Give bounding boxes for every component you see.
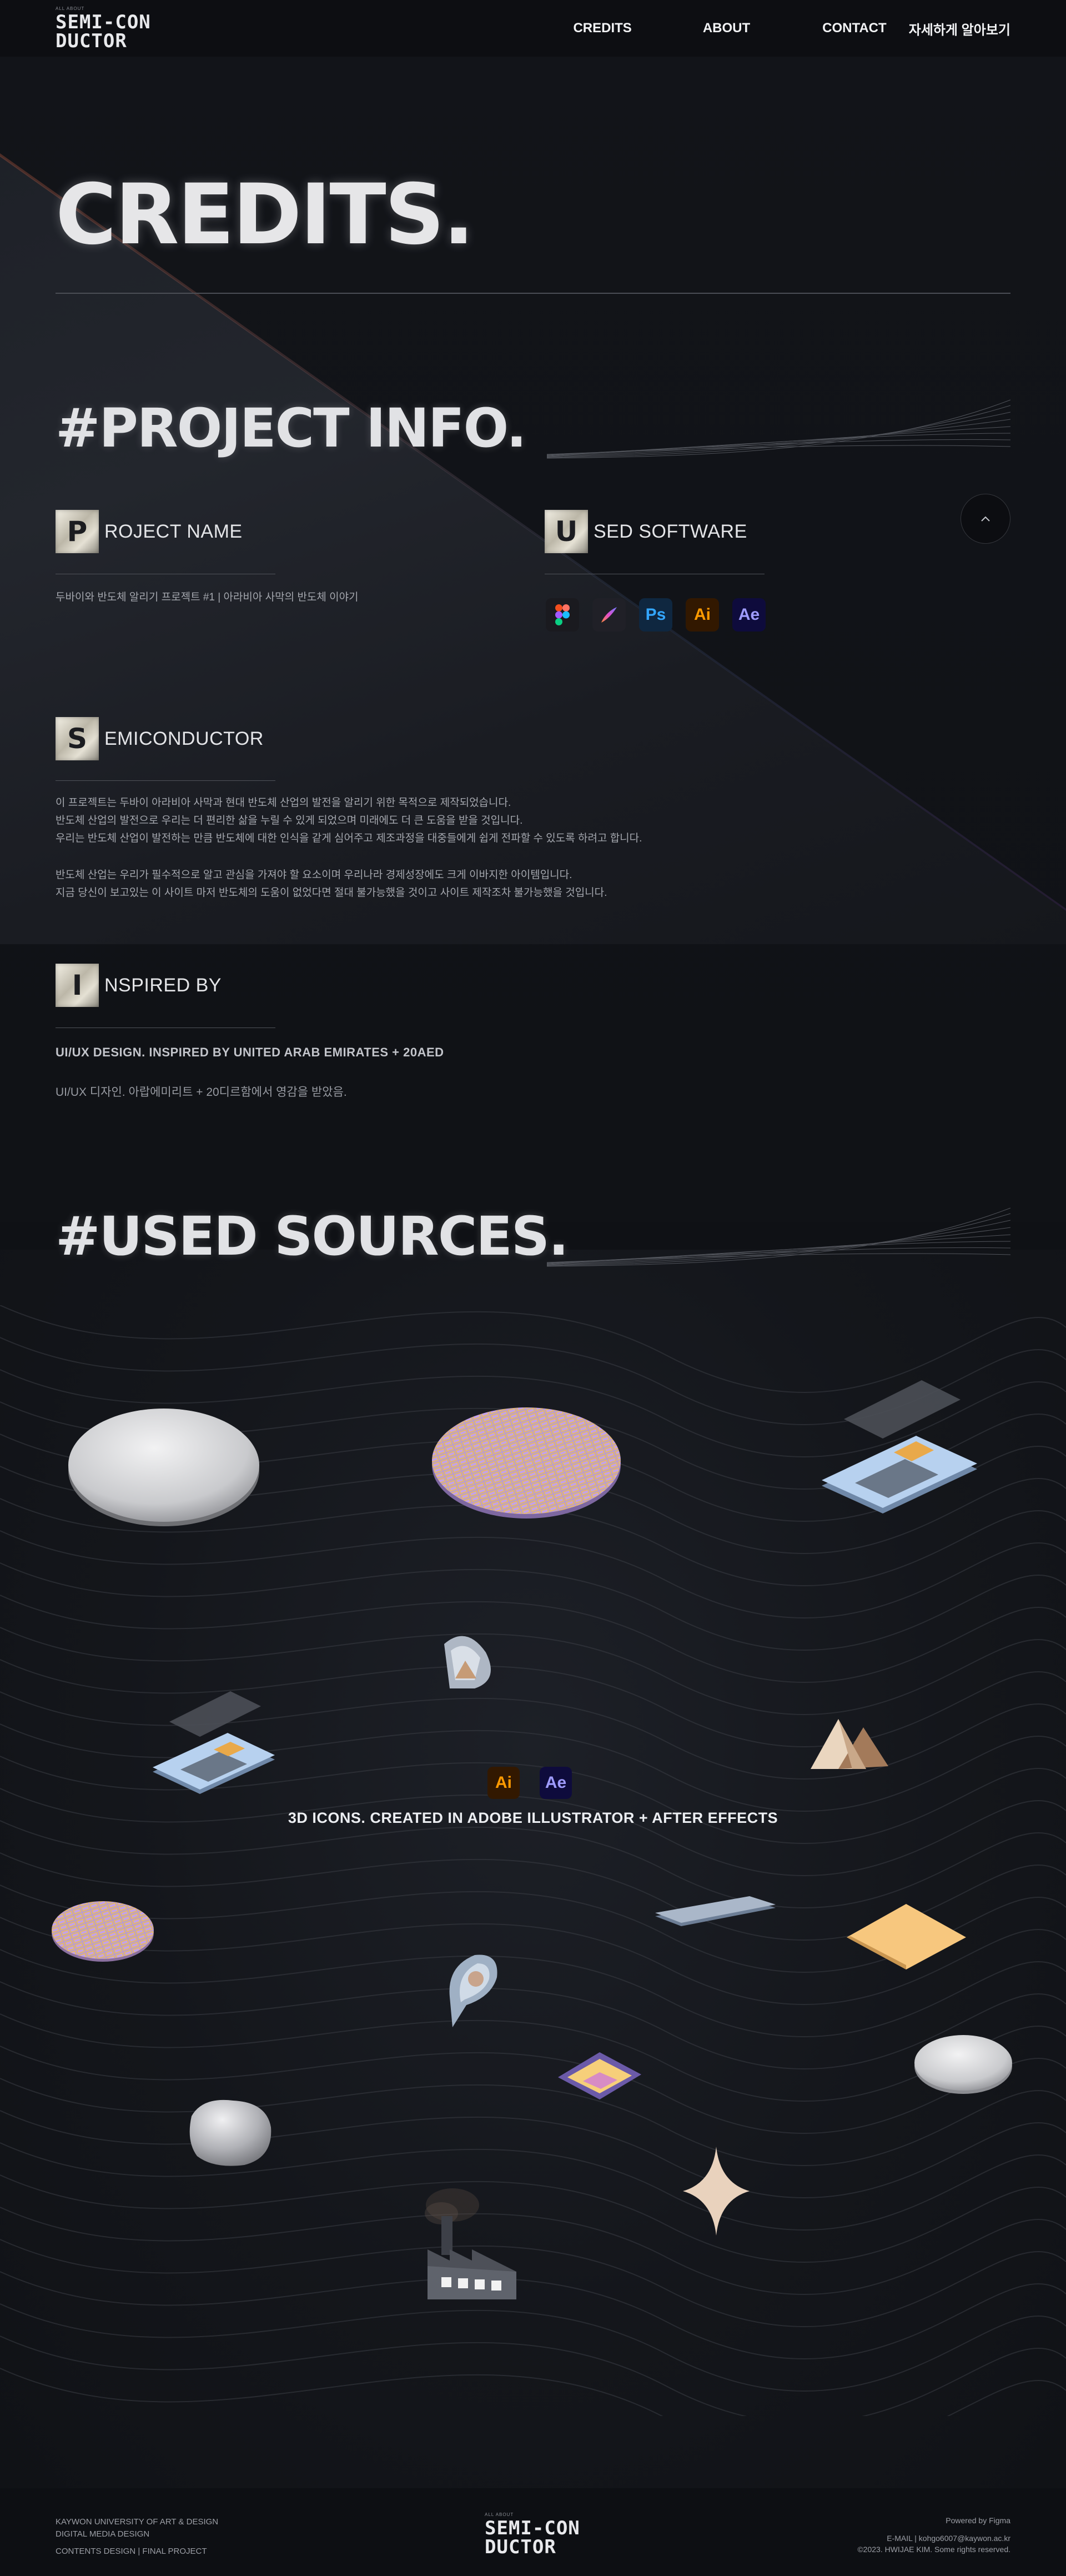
semiconductor-line-5: 지금 당신이 보고있는 이 사이트 마저 반도체의 도움이 없었다면 절대 불가… (56, 887, 607, 899)
wafer-blank-3d-icon (68, 1409, 259, 1526)
procreate-icon (592, 598, 626, 632)
project-name-label: ROJECT NAME (104, 520, 243, 542)
project-info-heading: #PROJECT INFO. (56, 397, 527, 459)
photoshop-icon: Ps (639, 598, 672, 632)
semiconductor-title: S EMICONDUCTOR (56, 717, 264, 760)
nav-credits[interactable]: CREDITS (573, 21, 631, 36)
inspired-by-en: UI/UX DESIGN. INSPIRED BY UNITED ARAB EM… (56, 1045, 444, 1059)
footer-email[interactable]: E-MAIL | kohgo6007@kaywon.ac.kr (857, 2533, 1010, 2544)
used-sources-heading: #USED SOURCES. (56, 1205, 569, 1267)
after-effects-icon: Ae (732, 598, 766, 632)
after-effects-icon: Ae (540, 1767, 572, 1799)
chip-board-3d-icon-large (822, 1380, 977, 1513)
used-sources-caption: 3D ICONS. CREATED IN ADOBE ILLUSTRATOR +… (288, 1810, 778, 1826)
semiconductor-divider (56, 780, 275, 781)
illustrator-icon: Ai (686, 598, 719, 632)
project-name-title: P ROJECT NAME (56, 510, 243, 553)
footer-school-info: KAYWON UNIVERSITY OF ART & DESIGN DIGITA… (56, 2516, 218, 2558)
dubai-frame-3d-icon (444, 1636, 491, 1688)
wave-line (0, 2336, 1066, 2416)
site-footer: KAYWON UNIVERSITY OF ART & DESIGN DIGITA… (0, 2488, 1066, 2576)
semiconductor-line-2: 반도체 산업의 발전으로 우리는 더 편리한 삶을 누릴 수 있게 되었으며 미… (56, 815, 523, 826)
figma-icon (546, 598, 579, 632)
site-header: ALL ABOUT SEMI-CON DUCTOR CREDITS ABOUT … (0, 0, 1066, 57)
semiconductor-line-4: 반도체 산업는 우리가 필수적으로 알고 관심을 가져야 할 요소이며 우리나라… (56, 869, 572, 881)
inspired-by-title: I NSPIRED BY (56, 964, 222, 1007)
footer-department: DIGITAL MEDIA DESIGN (56, 2529, 150, 2539)
site-logo[interactable]: ALL ABOUT SEMI-CON DUCTOR (56, 6, 151, 52)
wafer-patterned-3d-icon-small (52, 1901, 154, 1962)
project-name-text: 두바이와 반도체 알리기 프로젝트 #1 | 아라비아 사막의 반도체 이야기 (56, 592, 359, 603)
footer-logo-line-1: SEMI-CON (485, 2517, 580, 2539)
title-divider (56, 293, 1010, 294)
letter-cube-u: U (545, 510, 588, 553)
display-panel-3d-icon (558, 2052, 641, 2099)
used-software-title: U SED SOFTWARE (545, 510, 747, 553)
footer-school: KAYWON UNIVERSITY OF ART & DESIGN (56, 2517, 219, 2527)
footer-powered-by: Powered by Figma (946, 2516, 1010, 2525)
inspired-by-label: NSPIRED BY (104, 974, 222, 996)
wafer-patterned-3d-icon (432, 1407, 621, 1518)
desert-dunes-3d-icon (811, 1719, 888, 1769)
chevron-up-icon (981, 516, 990, 522)
wafer-blank-3d-icon-small (914, 2035, 1012, 2094)
logo-line-2: DUCTOR (56, 29, 127, 52)
scroll-to-top-button[interactable] (961, 494, 1010, 544)
source-tool-icons: Ai Ae (487, 1767, 572, 1799)
gold-chip-3d-icon (847, 1904, 966, 1969)
wave-line (0, 2368, 1066, 2416)
semiconductor-line-1: 이 프로젝트는 두바이 아라비아 사막과 현대 반도체 산업의 발전을 알리기 … (56, 797, 511, 809)
silicon-rock-3d-icon (189, 2099, 271, 2166)
circuit-plate-3d-icon (655, 1896, 776, 1926)
factory-3d-icon (425, 2188, 516, 2299)
logo-line-1: SEMI-CON (56, 11, 151, 33)
chip-board-3d-icon-small (153, 1691, 275, 1794)
letter-cube-p: P (56, 510, 99, 553)
footer-logo[interactable]: ALL ABOUT SEMI-CON DUCTOR (485, 2513, 580, 2557)
semiconductor-line-3: 우리는 반도체 산업이 발전하는 만큼 반도체에 대한 인식을 같게 심어주고 … (56, 833, 642, 844)
illustrator-icon: Ai (487, 1767, 520, 1799)
main-nav: CREDITS ABOUT CONTACT 자세하게 알아보기 (573, 19, 1010, 38)
page-title: CREDITS. (56, 167, 475, 263)
semiconductor-label: EMICONDUCTOR (104, 728, 264, 749)
nav-contact[interactable]: CONTACT (822, 21, 887, 36)
nav-learn-more[interactable]: 자세하게 알아보기 (909, 19, 1010, 38)
letter-cube-s: S (56, 717, 99, 760)
letter-cube-i: I (56, 964, 99, 1007)
footer-logo-tagline: ALL ABOUT (485, 2512, 514, 2517)
nav-about[interactable]: ABOUT (703, 21, 750, 36)
used-software-label: SED SOFTWARE (594, 520, 747, 542)
footer-credits: Powered by Figma E-MAIL | kohgo6007@kayw… (857, 2515, 1010, 2555)
footer-logo-line-2: DUCTOR (485, 2536, 556, 2558)
sparkle-star-3d-icon (683, 2147, 750, 2236)
used-sources-lines-decoration (547, 1207, 1010, 1267)
software-icon-list: Ps Ai Ae (546, 598, 766, 632)
footer-project: CONTENTS DESIGN | FINAL PROJECT (56, 2547, 207, 2556)
project-info-lines-decoration (547, 399, 1010, 459)
footer-copyright: ©2023. HWIJAE KIM. Some rights reserved. (857, 2545, 1010, 2554)
logo-tagline: ALL ABOUT (56, 6, 85, 11)
inspired-by-kr: UI/UX 디자인. 아랍에미리트 + 20디르함에서 영감을 받았음. (56, 1086, 347, 1099)
location-pin-3d-icon (449, 1954, 497, 2027)
